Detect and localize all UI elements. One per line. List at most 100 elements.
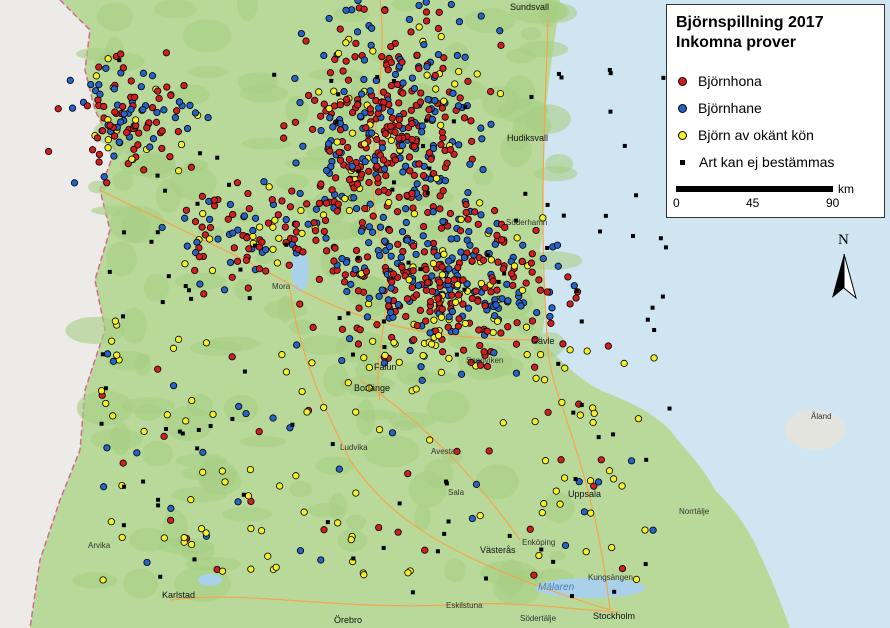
sample-point: [478, 135, 486, 143]
sample-point: [221, 478, 229, 486]
sample-point: [249, 226, 257, 235]
sample-point: [547, 319, 555, 327]
sample-point: [456, 227, 465, 235]
sample-point: [202, 339, 211, 347]
sample-point: [415, 64, 423, 73]
sample-point: [368, 24, 376, 32]
sample-point: [605, 467, 614, 475]
sample-point: [531, 363, 539, 371]
sample-point: [326, 147, 334, 155]
sample-point: [398, 263, 406, 271]
legend-item-label: Björnhona: [698, 73, 762, 89]
sample-point-undetermined: [155, 230, 160, 235]
sample-point: [187, 540, 196, 549]
sample-point: [296, 300, 304, 308]
sample-point: [363, 253, 372, 261]
sample-point: [173, 107, 181, 115]
sample-point: [158, 127, 166, 135]
sample-point: [395, 121, 403, 130]
sample-point: [504, 323, 512, 331]
sample-point-undetermined: [435, 549, 440, 554]
sample-point: [95, 81, 103, 89]
sample-point: [103, 444, 111, 452]
sample-point: [365, 294, 373, 302]
sample-point-undetermined: [667, 406, 672, 411]
sample-point-undetermined: [574, 289, 579, 294]
sample-point: [352, 489, 360, 497]
sample-point: [344, 76, 353, 84]
sample-point: [387, 82, 396, 90]
sample-point: [137, 83, 145, 91]
sample-point-undetermined: [658, 236, 663, 241]
sample-point: [92, 72, 101, 80]
sample-point: [361, 204, 369, 213]
place-gavle: Gävle: [531, 336, 555, 346]
sample-point: [437, 121, 445, 129]
sample-point: [100, 173, 108, 181]
sample-point: [553, 241, 562, 249]
sample-point: [395, 115, 403, 124]
sample-point-undetermined: [556, 71, 561, 76]
sample-point: [455, 315, 463, 323]
sample-point: [66, 76, 74, 85]
sample-point: [251, 214, 260, 222]
sample-point-undetermined: [164, 426, 169, 431]
place-sala: Sala: [448, 488, 465, 497]
sample-point-undetermined: [163, 188, 168, 193]
sample-point-undetermined: [99, 421, 104, 426]
sample-point: [132, 116, 140, 124]
sample-point: [527, 259, 536, 267]
sample-point: [183, 242, 191, 250]
sample-point: [451, 80, 459, 88]
sample-point: [320, 403, 328, 412]
sample-point: [438, 128, 446, 136]
sample-point: [127, 105, 135, 113]
sample-point: [154, 365, 162, 373]
sample-point: [632, 575, 641, 583]
sample-point: [123, 128, 131, 137]
sample-point: [208, 266, 217, 275]
sample-point: [403, 295, 412, 303]
legend-title: Björnspillning 2017 Inkomna prover: [676, 13, 824, 53]
lake-label-malaren: Mälaren: [538, 582, 575, 593]
sample-point: [320, 227, 328, 236]
sample-point: [350, 194, 358, 202]
place-sandviken: Sandviken: [466, 356, 504, 365]
sample-point: [474, 220, 482, 228]
sample-point: [398, 228, 407, 236]
sample-point: [363, 313, 372, 321]
sample-point: [496, 90, 505, 98]
sample-point-undetermined: [569, 594, 574, 599]
sample-point: [336, 101, 344, 109]
sample-point: [347, 536, 355, 544]
sample-point-undetermined: [645, 317, 650, 322]
sample-point: [426, 307, 434, 316]
sample-point: [627, 457, 636, 465]
sample-point: [412, 291, 421, 299]
sample-point: [264, 552, 272, 560]
sample-point: [444, 323, 452, 331]
sample-point: [104, 144, 112, 152]
sample-point: [522, 279, 530, 287]
sample-point-undetermined: [117, 58, 122, 63]
sample-point: [416, 98, 425, 106]
sample-point: [583, 347, 591, 355]
sample-point: [387, 43, 395, 51]
sample-point: [399, 247, 407, 256]
sample-point: [366, 105, 374, 113]
sample-point: [358, 90, 366, 98]
sample-point: [438, 271, 446, 279]
sample-point: [436, 205, 444, 213]
sample-point: [532, 374, 540, 382]
sample-point: [242, 409, 250, 418]
sample-point: [557, 456, 565, 464]
sample-point: [309, 323, 317, 331]
sample-point: [419, 232, 427, 240]
sample-point: [204, 113, 212, 122]
sample-point: [560, 474, 569, 482]
sample-point: [111, 108, 119, 116]
sample-point: [180, 81, 188, 90]
sample-point: [148, 72, 157, 80]
sample-point: [384, 296, 392, 304]
sample-point: [407, 106, 415, 114]
